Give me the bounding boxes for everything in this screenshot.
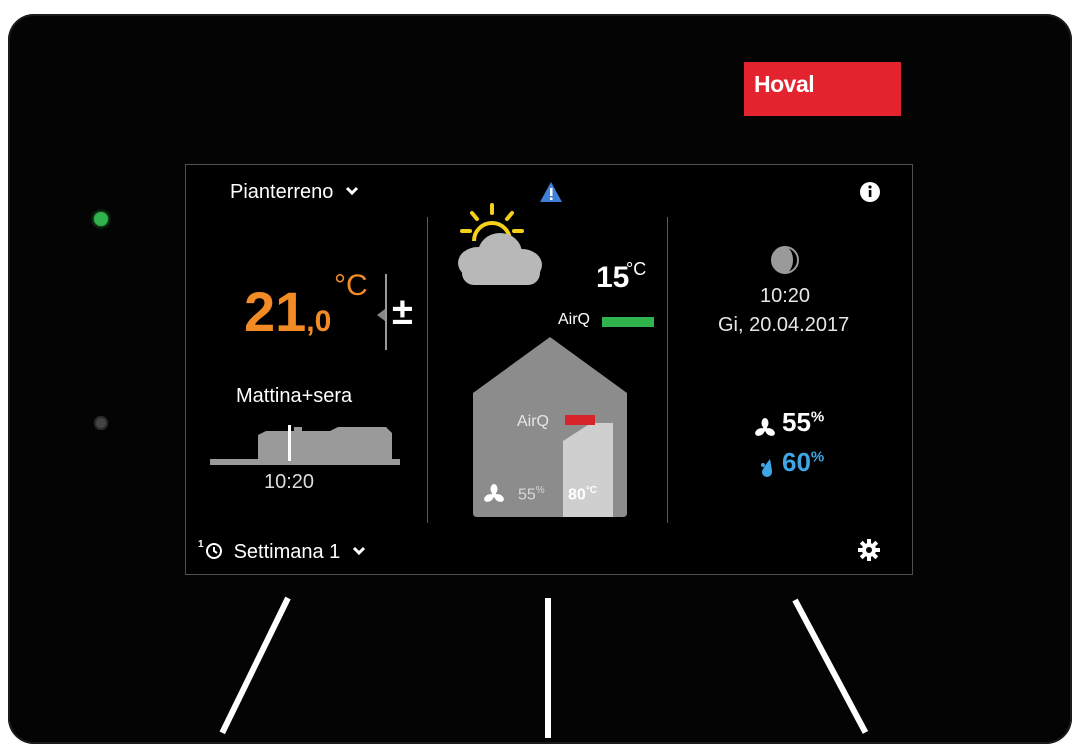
touch-screen: Pianterreno 21,0 °C ± Mattina+sera 10:20… bbox=[185, 164, 913, 575]
temp-decimal: ,0 bbox=[306, 305, 332, 338]
house-fan-unit: % bbox=[535, 485, 545, 496]
week-label: Settimana 1 bbox=[233, 541, 341, 563]
panel-divider-left bbox=[427, 217, 428, 523]
fan-level-value: 55 bbox=[782, 407, 811, 437]
outdoor-temp-value: 15 bbox=[596, 261, 630, 294]
status-led-green bbox=[94, 212, 108, 226]
house-fan-number: 55 bbox=[518, 486, 536, 504]
zone-selector[interactable]: Pianterreno bbox=[230, 181, 359, 204]
program-name: Mattina+sera bbox=[236, 385, 353, 407]
clock-icon: 1 bbox=[198, 539, 222, 559]
zone-label: Pianterreno bbox=[230, 181, 334, 203]
humidity-level: 60% bbox=[782, 447, 824, 478]
schedule-time: 10:20 bbox=[264, 471, 315, 493]
moon-icon bbox=[771, 246, 799, 274]
outdoor-temperature: 15 bbox=[596, 261, 629, 295]
humidity-value: 60 bbox=[782, 447, 811, 477]
house-fan-value: 55% bbox=[518, 485, 545, 504]
water-temp-number: 80 bbox=[568, 486, 586, 504]
info-icon[interactable] bbox=[860, 182, 880, 202]
water-temperature: 80°C bbox=[568, 485, 597, 504]
status-led-grey bbox=[94, 416, 108, 430]
temp-adjust-divider bbox=[385, 274, 387, 350]
fan-level: 55% bbox=[782, 407, 824, 438]
current-time: 10:20 bbox=[760, 285, 811, 307]
warning-icon[interactable] bbox=[539, 181, 563, 203]
water-temp-unit: °C bbox=[585, 485, 598, 496]
chevron-down-icon bbox=[352, 546, 365, 556]
temp-unit: °C bbox=[334, 269, 368, 302]
sun-cloud-icon bbox=[458, 203, 542, 285]
gear-icon[interactable] bbox=[858, 539, 880, 561]
fan-icon bbox=[755, 418, 775, 436]
schedule-graph bbox=[210, 425, 400, 465]
week-program-selector[interactable]: 1 Settimana 1 bbox=[198, 539, 366, 564]
svg-text:1: 1 bbox=[198, 539, 204, 550]
airq-outdoor-bar bbox=[602, 317, 654, 327]
panel-divider-right bbox=[667, 217, 668, 523]
outdoor-temp-unit: °C bbox=[626, 259, 647, 279]
adjust-pointer bbox=[377, 309, 385, 321]
current-date: Gi, 20.04.2017 bbox=[718, 314, 850, 336]
airq-indoor-label: AirQ bbox=[517, 413, 549, 430]
callout-line-middle bbox=[545, 598, 551, 738]
airq-outdoor-label: AirQ bbox=[558, 311, 590, 328]
adjust-temperature-button[interactable]: ± bbox=[392, 291, 413, 334]
fan-level-unit: % bbox=[810, 408, 825, 426]
chevron-down-icon bbox=[345, 186, 359, 196]
setpoint-temperature: 21,0 bbox=[244, 279, 331, 344]
fan-icon bbox=[484, 484, 504, 502]
water-drop-icon bbox=[761, 459, 772, 477]
humidity-unit: % bbox=[810, 448, 825, 466]
brand-logo: Hoval bbox=[744, 62, 901, 116]
temp-main: 21 bbox=[244, 280, 307, 343]
